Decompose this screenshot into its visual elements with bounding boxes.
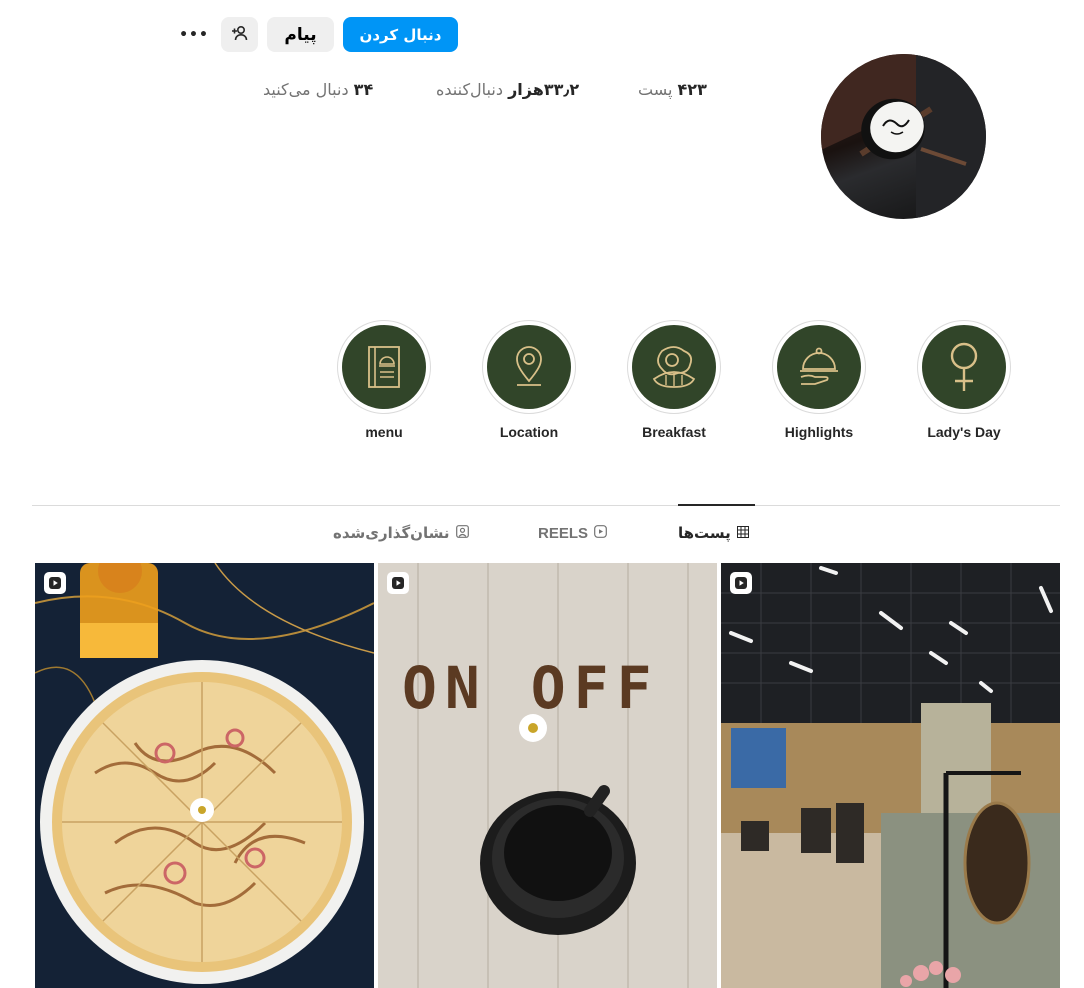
add-user-icon <box>231 25 249 45</box>
highlight-ladys-day[interactable]: Lady's Day <box>916 320 1012 440</box>
cafe-interior-photo <box>721 563 1060 988</box>
suggest-user-button[interactable] <box>221 17 258 52</box>
pizza-photo <box>35 563 374 988</box>
post-coffee[interactable]: ON OFF <box>378 563 717 988</box>
followers-count[interactable]: ۳۳٫۲هزار دنبال‌کننده <box>436 80 579 99</box>
grid-icon <box>736 524 749 542</box>
follow-button[interactable]: دنبال کردن <box>343 17 458 52</box>
tab-tagged-label: نشان‌گذاری‌شده <box>333 524 450 542</box>
reel-play-icon <box>387 572 409 594</box>
cafe-sign-logo <box>821 54 986 219</box>
highlight-menu[interactable]: menu <box>336 320 432 440</box>
highlight-breakfast[interactable]: Breakfast <box>626 320 722 440</box>
fried-egg-croissant-icon <box>652 346 696 388</box>
posts-count: ۴۲۳ پست <box>638 80 707 99</box>
profile-avatar[interactable] <box>821 54 986 219</box>
highlight-location[interactable]: Location <box>481 320 577 440</box>
post-cafe-interior[interactable] <box>721 563 1060 988</box>
tab-reels[interactable]: REELS <box>538 522 607 544</box>
tab-tagged[interactable]: نشان‌گذاری‌شده <box>333 522 469 544</box>
reel-play-icon <box>730 572 752 594</box>
tagged-user-icon <box>455 524 469 542</box>
highlight-label: Breakfast <box>642 424 706 440</box>
highlight-label: Location <box>499 424 559 440</box>
coffee-photo: ON OFF <box>378 563 717 988</box>
menu-book-icon <box>368 346 400 388</box>
reel-play-icon <box>44 572 66 594</box>
coffee-bean-text: ON OFF <box>402 654 660 722</box>
tab-posts[interactable]: پست‌ها <box>678 522 749 544</box>
active-tab-indicator <box>678 504 755 506</box>
female-symbol-icon <box>950 342 978 391</box>
following-count[interactable]: ۳۴ دنبال می‌کنید <box>263 80 373 99</box>
serving-cloche-icon <box>800 347 838 385</box>
tabs-divider <box>32 505 1060 506</box>
location-pin-icon <box>516 346 542 386</box>
tab-posts-label: پست‌ها <box>678 524 731 542</box>
highlight-label: Lady's Day <box>927 424 1001 440</box>
more-icon: ••• <box>179 26 209 43</box>
highlight-label: menu <box>365 424 403 440</box>
highlight-highlights[interactable]: Highlights <box>771 320 867 440</box>
message-button[interactable]: پیام <box>267 17 334 52</box>
highlight-label: Highlights <box>784 424 854 440</box>
more-options-button[interactable]: ••• <box>177 17 211 52</box>
tab-reels-label: REELS <box>538 524 589 542</box>
reels-icon <box>594 524 607 542</box>
post-pizza[interactable] <box>35 563 374 988</box>
